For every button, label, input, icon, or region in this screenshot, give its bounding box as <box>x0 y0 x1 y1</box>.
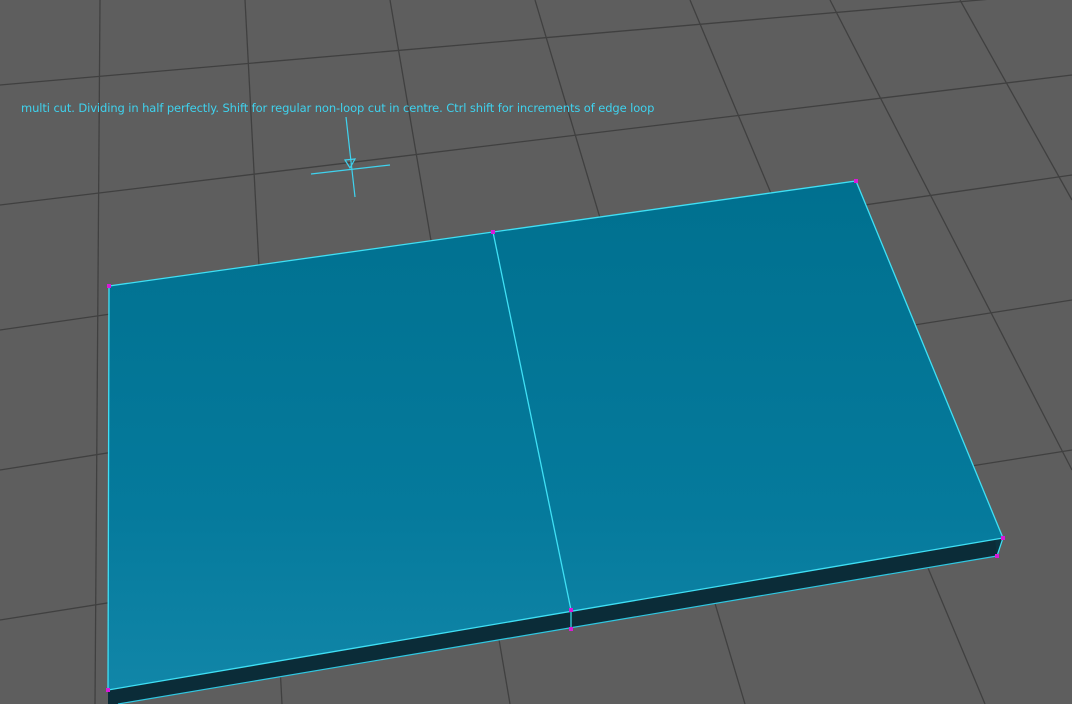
tool-hint-text: multi cut. Dividing in half perfectly. S… <box>21 101 655 115</box>
vertex[interactable] <box>569 608 573 612</box>
vertex[interactable] <box>107 284 111 288</box>
multi-cut-crosshair-icon <box>310 116 391 198</box>
vertex[interactable] <box>569 627 573 631</box>
vertex[interactable] <box>106 688 110 692</box>
3d-viewport[interactable]: multi cut. Dividing in half perfectly. S… <box>0 0 1072 704</box>
vertex[interactable] <box>854 179 858 183</box>
vertex[interactable] <box>995 554 999 558</box>
selected-mesh[interactable] <box>106 179 1005 704</box>
vertex[interactable] <box>1001 536 1005 540</box>
vertex[interactable] <box>491 230 495 234</box>
mesh-top-face[interactable] <box>107 180 1004 691</box>
